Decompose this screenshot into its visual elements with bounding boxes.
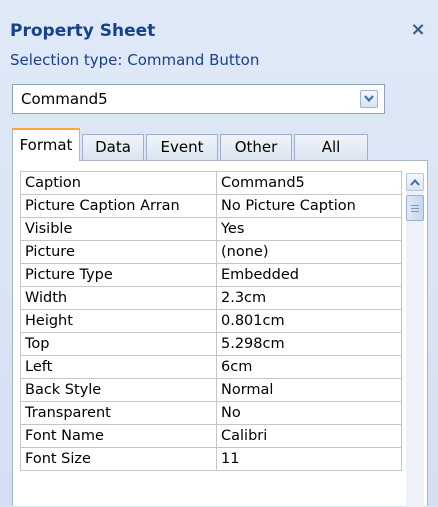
property-value[interactable]: Calibri	[216, 424, 402, 448]
property-name[interactable]: Height	[20, 309, 217, 333]
property-value[interactable]: 5.298cm	[216, 332, 402, 356]
property-row: Left 6cm	[20, 355, 402, 379]
property-list-area: Caption Command5 Picture Caption Arran No P…	[12, 160, 428, 507]
property-row: Font Name Calibri	[20, 424, 402, 448]
property-value[interactable]: 0.801cm	[216, 309, 402, 333]
property-row: Top 5.298cm	[20, 332, 402, 356]
selection-type-label: Selection type: Command Button	[10, 51, 260, 69]
tab-data[interactable]: Data	[82, 134, 144, 160]
property-value[interactable]: No Picture Caption	[216, 194, 402, 218]
property-tabs: Format Data Event Other All	[12, 126, 372, 161]
property-name[interactable]: Back Style	[20, 378, 217, 402]
property-name[interactable]: Caption	[20, 171, 217, 195]
property-row: Caption Command5	[20, 171, 402, 195]
property-name[interactable]: Visible	[20, 217, 217, 241]
property-value[interactable]: Embedded	[216, 263, 402, 287]
property-row: Font Size 11	[20, 447, 402, 471]
object-selector-dropdown[interactable]: Command5	[12, 84, 385, 114]
property-name[interactable]: Picture	[20, 240, 217, 264]
tab-event[interactable]: Event	[146, 134, 218, 160]
property-name[interactable]: Top	[20, 332, 217, 356]
property-row: Back Style Normal	[20, 378, 402, 402]
property-row: Picture Type Embedded	[20, 263, 402, 287]
property-row: Picture (none)	[20, 240, 402, 264]
property-name[interactable]: Left	[20, 355, 217, 379]
property-value[interactable]: 11	[216, 447, 402, 471]
property-name[interactable]: Font Name	[20, 424, 217, 448]
property-row: Height 0.801cm	[20, 309, 402, 333]
property-row: Transparent No	[20, 401, 402, 425]
property-name[interactable]: Transparent	[20, 401, 217, 425]
chevron-up-icon	[410, 179, 420, 186]
property-value[interactable]: 6cm	[216, 355, 402, 379]
chevron-down-icon	[364, 95, 374, 103]
close-icon[interactable]: ×	[408, 19, 428, 40]
property-name[interactable]: Font Size	[20, 447, 217, 471]
dropdown-button[interactable]	[360, 90, 378, 108]
property-value[interactable]: 2.3cm	[216, 286, 402, 310]
property-name[interactable]: Picture Type	[20, 263, 217, 287]
title-bar: Property Sheet ×	[10, 19, 428, 47]
property-name[interactable]: Width	[20, 286, 217, 310]
property-grid: Caption Command5 Picture Caption Arran No P…	[20, 171, 402, 471]
scrollbar-thumb[interactable]	[406, 195, 424, 221]
tab-other[interactable]: Other	[220, 134, 292, 160]
property-value[interactable]: Command5	[216, 171, 402, 195]
scroll-up-button[interactable]	[406, 173, 424, 191]
property-value[interactable]: Normal	[216, 378, 402, 402]
panel-title: Property Sheet	[10, 21, 156, 41]
property-row: Visible Yes	[20, 217, 402, 241]
object-selector-value: Command5	[21, 90, 108, 108]
property-row: Picture Caption Arran No Picture Caption	[20, 194, 402, 218]
tab-format[interactable]: Format	[12, 128, 80, 161]
property-value[interactable]: No	[216, 401, 402, 425]
vertical-scrollbar[interactable]	[406, 173, 424, 507]
property-value[interactable]: Yes	[216, 217, 402, 241]
property-name[interactable]: Picture Caption Arran	[20, 194, 217, 218]
property-value[interactable]: (none)	[216, 240, 402, 264]
property-row: Width 2.3cm	[20, 286, 402, 310]
property-sheet-panel: Property Sheet × Selection type: Command…	[0, 0, 438, 507]
tab-all[interactable]: All	[294, 134, 368, 160]
